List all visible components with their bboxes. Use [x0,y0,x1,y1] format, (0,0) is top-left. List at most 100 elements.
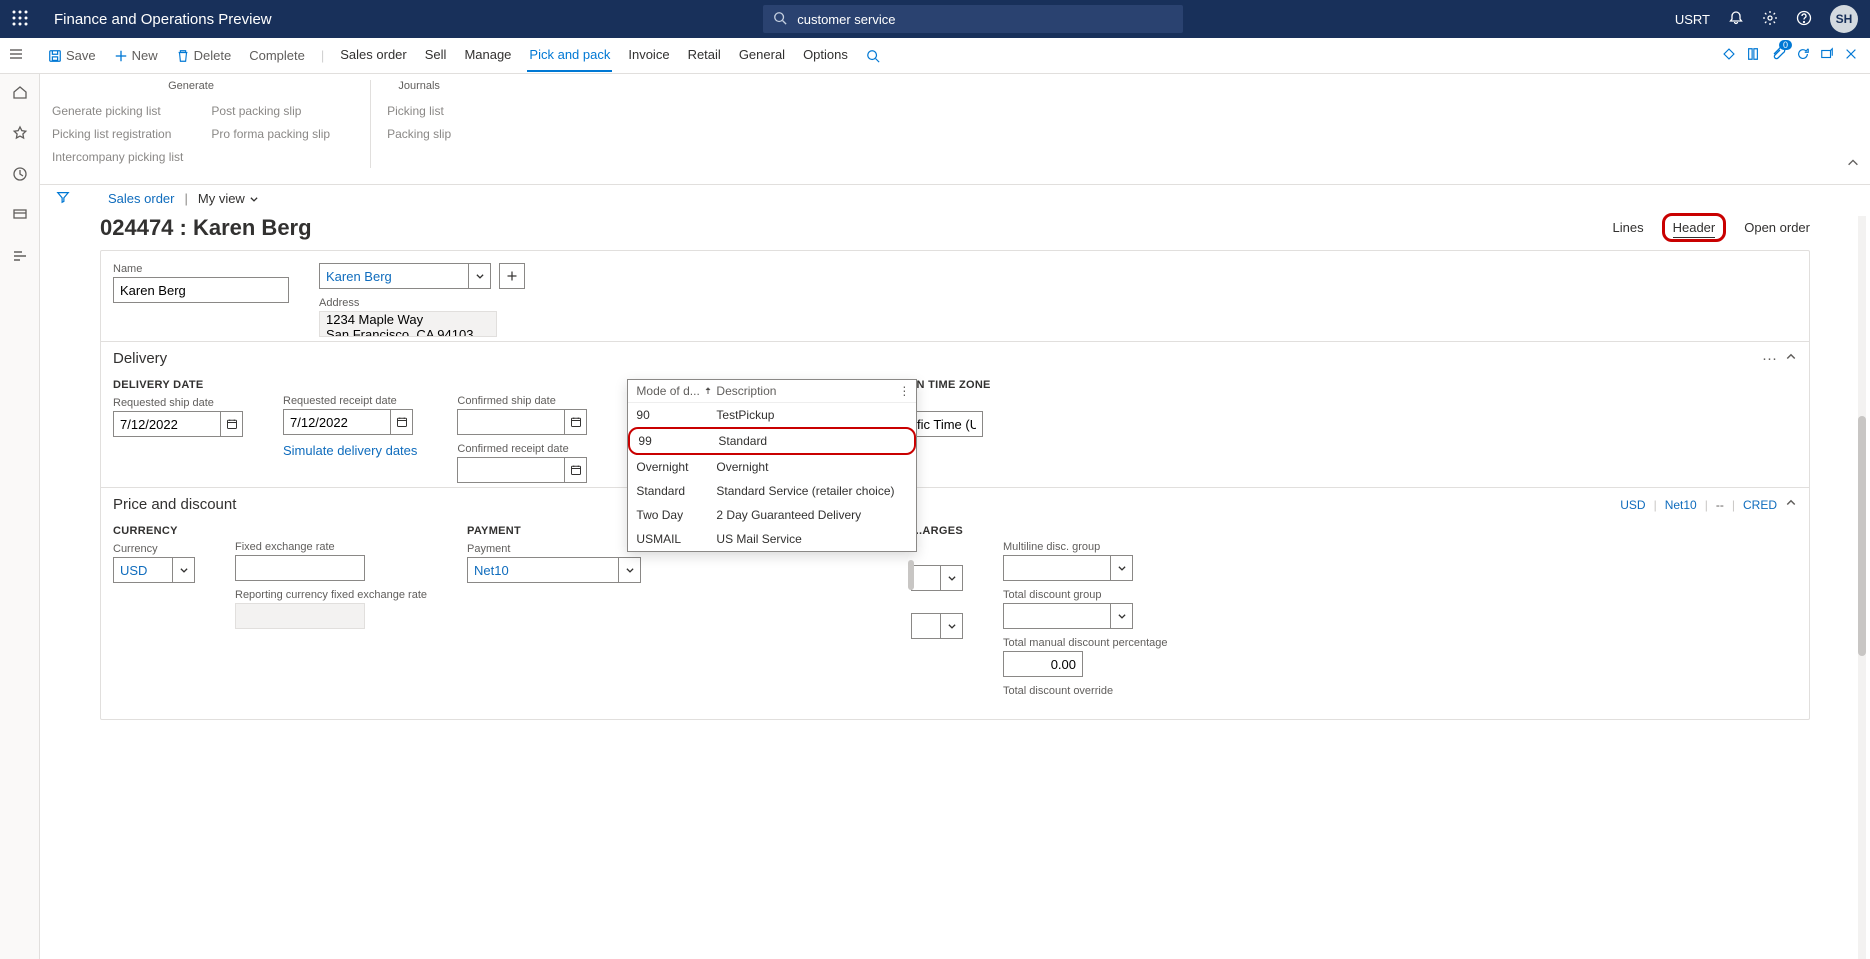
home-icon[interactable] [12,84,28,103]
requested-ship-label: Requested ship date [113,397,243,409]
calendar-icon[interactable] [565,409,587,435]
journal-packing-slip[interactable]: Packing slip [387,123,451,146]
tab-sales-order[interactable]: Sales order [338,39,408,72]
manual-pct-input[interactable] [1003,651,1083,677]
address-textarea: 1234 Maple Way San Francisco, CA 94103 U… [319,311,497,337]
tab-header[interactable]: Header [1673,218,1716,238]
dropdown-option[interactable]: Two Day2 Day Guaranteed Delivery [628,503,916,527]
diamond-icon[interactable] [1722,47,1736,64]
workspace-icon[interactable] [12,207,28,226]
charges-input2[interactable] [911,613,941,639]
multiline-input[interactable] [1003,555,1111,581]
total-disc-label: Total discount group [1003,589,1168,601]
dropdown-col-desc[interactable]: Description [716,384,776,398]
tab-manage[interactable]: Manage [462,39,513,72]
confirmed-ship-input[interactable] [457,409,565,435]
global-search-input[interactable] [763,5,1183,33]
chevron-down-icon[interactable] [941,613,963,639]
tab-retail[interactable]: Retail [686,39,723,72]
my-view-selector[interactable]: My view [198,191,259,206]
summary-net10[interactable]: Net10 [1665,498,1697,512]
delete-button[interactable]: Delete [174,44,234,67]
bell-icon[interactable] [1728,10,1744,29]
post-packing-slip[interactable]: Post packing slip [211,100,330,123]
picking-list-registration[interactable]: Picking list registration [52,123,183,146]
tab-invoice[interactable]: Invoice [626,39,671,72]
summary-cred[interactable]: CRED [1743,498,1777,512]
delivery-name-lookup[interactable] [319,263,469,289]
tab-options[interactable]: Options [801,39,850,72]
hamburger-icon[interactable] [8,46,26,65]
avatar[interactable]: SH [1830,5,1858,33]
chevron-down-icon[interactable] [941,565,963,591]
total-disc-input[interactable] [1003,603,1111,629]
breadcrumb-sales-order[interactable]: Sales order [108,191,174,206]
chevron-down-icon[interactable] [469,263,491,289]
legal-entity[interactable]: USRT [1675,12,1710,27]
requested-ship-input[interactable] [113,411,221,437]
chevron-up-icon[interactable] [1846,156,1860,173]
modules-icon[interactable] [12,248,28,267]
dropdown-more-icon[interactable]: ⋮ [898,384,910,398]
chevron-down-icon[interactable] [173,557,195,583]
refresh-icon[interactable] [1796,47,1810,64]
dropdown-option[interactable]: 90TestPickup [628,403,916,427]
page-scrollbar[interactable] [1858,216,1866,959]
chevron-down-icon[interactable] [619,557,641,583]
find-button[interactable] [864,45,882,67]
calendar-icon[interactable] [565,457,587,483]
confirmed-ship-label: Confirmed ship date [457,395,587,407]
fixed-rate-input[interactable] [235,555,365,581]
charges-input1[interactable] [911,565,941,591]
add-address-button[interactable] [499,263,525,289]
close-icon[interactable] [1844,47,1858,64]
intercompany-picking-list[interactable]: Intercompany picking list [52,146,183,169]
book-icon[interactable] [1746,47,1760,64]
dropdown-option-selected[interactable]: 99Standard [628,427,916,455]
currency-input[interactable] [113,557,173,583]
charges-h: ...ARGES [911,525,963,537]
dropdown-option[interactable]: StandardStandard Service (retailer choic… [628,479,916,503]
clock-icon[interactable] [12,166,28,185]
section-more-icon[interactable]: ··· [1762,350,1777,367]
section-delivery-title: Delivery [113,350,167,367]
journal-picking-list[interactable]: Picking list [387,100,451,123]
generate-picking-list[interactable]: Generate picking list [52,100,183,123]
chevron-down-icon[interactable] [1111,603,1133,629]
chevron-up-icon[interactable] [1785,350,1797,367]
calendar-icon[interactable] [221,411,243,437]
star-icon[interactable] [12,125,28,144]
address-label: Address [319,297,525,309]
simulate-delivery-link[interactable]: Simulate delivery dates [283,443,417,458]
tab-sell[interactable]: Sell [423,39,449,72]
popout-icon[interactable] [1820,47,1834,64]
filter-icon[interactable] [56,190,70,207]
chevron-down-icon[interactable] [1111,555,1133,581]
breadcrumb-sep: | [184,191,187,206]
tab-pick-and-pack[interactable]: Pick and pack [527,39,612,72]
pro-forma-packing-slip[interactable]: Pro forma packing slip [211,123,330,146]
gear-icon[interactable] [1762,10,1778,29]
tab-general[interactable]: General [737,39,787,72]
dropdown-scrollbar[interactable] [908,560,914,590]
complete-button[interactable]: Complete [247,44,307,67]
requested-receipt-input[interactable] [283,409,391,435]
attach-icon[interactable]: 0 [1770,46,1786,65]
chevron-up-icon[interactable] [1785,497,1797,512]
delivery-date-h: DELIVERY DATE [113,379,243,391]
dropdown-option[interactable]: OvernightOvernight [628,455,916,479]
tab-lines[interactable]: Lines [1613,218,1644,237]
calendar-icon[interactable] [391,409,413,435]
dropdown-option[interactable]: USMAILUS Mail Service [628,527,916,551]
help-icon[interactable] [1796,10,1812,29]
currency-h: CURRENCY [113,525,195,537]
new-button[interactable]: New [112,44,160,67]
dropdown-col-code[interactable]: Mode of d... [636,384,699,398]
confirmed-receipt-input[interactable] [457,457,565,483]
save-button[interactable]: Save [46,44,98,67]
payment-input[interactable] [467,557,619,583]
waffle-icon[interactable] [12,10,30,28]
summary-usd[interactable]: USD [1620,498,1645,512]
payment-h: PAYMENT [467,525,641,537]
name-input[interactable] [113,277,289,303]
